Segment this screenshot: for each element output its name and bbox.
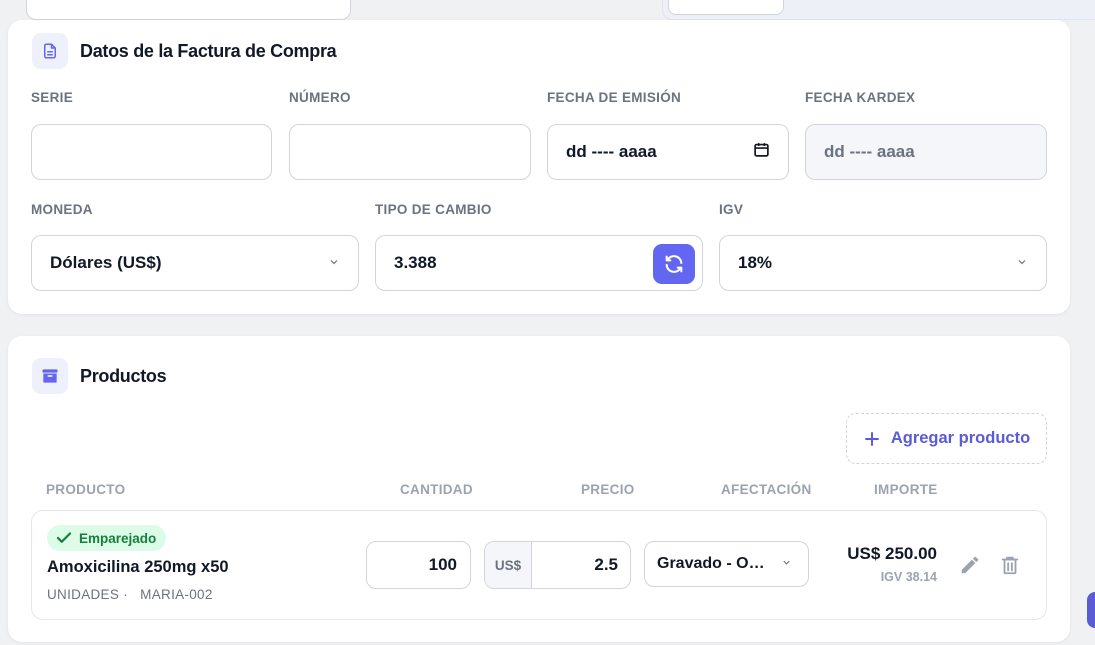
chevron-down-icon <box>781 555 792 573</box>
invoice-title: Datos de la Factura de Compra <box>80 40 337 61</box>
top-search-field[interactable] <box>26 0 351 20</box>
fecha-emision-input[interactable]: dd ---- aaaa <box>547 124 789 180</box>
serie-input[interactable] <box>31 124 272 180</box>
quantity-input[interactable]: 100 <box>366 541 471 589</box>
price-input[interactable]: US$ 2.5 <box>484 541 631 589</box>
top-right-button[interactable] <box>668 0 784 15</box>
status-badge: Emparejado <box>47 525 167 551</box>
fecha-kardex-label: FECHA KARDEX <box>805 90 916 105</box>
archive-box-icon <box>32 358 68 394</box>
product-meta: UNIDADES · MARIA-002 <box>47 587 213 602</box>
document-icon <box>32 33 68 69</box>
igv-select[interactable]: 18% <box>719 235 1047 291</box>
product-name: Amoxicilina 250mg x50 <box>47 558 229 576</box>
products-card: Productos Agregar producto PRODUCTO CANT… <box>8 336 1070 642</box>
column-importe: IMPORTE <box>874 482 938 497</box>
column-cantidad: CANTIDAD <box>400 482 473 497</box>
column-afectacion: AFECTACIÓN <box>721 482 812 497</box>
moneda-label: MONEDA <box>31 202 93 217</box>
table-row: Emparejado Amoxicilina 250mg x50 UNIDADE… <box>31 510 1047 620</box>
afectacion-select[interactable]: Gravado - Operación Onerosa <box>644 541 809 587</box>
price-value: 2.5 <box>594 555 618 574</box>
pencil-icon[interactable] <box>957 552 983 578</box>
fecha-emision-label: FECHA DE EMISIÓN <box>547 90 682 105</box>
products-header: Productos <box>32 358 167 394</box>
column-producto: PRODUCTO <box>46 482 126 497</box>
igv-label: IGV <box>719 202 744 217</box>
products-title: Productos <box>80 365 167 386</box>
tipo-cambio-input[interactable]: 3.388 <box>375 235 703 291</box>
tipo-cambio-label: TIPO DE CAMBIO <box>375 202 492 217</box>
column-precio: PRECIO <box>581 482 635 497</box>
invoice-card: Datos de la Factura de Compra SERIE NÚME… <box>8 20 1070 314</box>
trash-icon[interactable] <box>997 552 1023 578</box>
chevron-down-icon <box>328 253 340 273</box>
numero-label: NÚMERO <box>289 90 351 105</box>
serie-label: SERIE <box>31 90 74 105</box>
refresh-icon <box>665 255 683 273</box>
importe-cell: US$ 250.00 IGV 38.14 <box>847 544 937 584</box>
numero-input[interactable] <box>289 124 531 180</box>
check-icon <box>56 532 72 543</box>
moneda-select[interactable]: Dólares (US$) <box>31 235 359 291</box>
chevron-down-icon <box>1016 253 1028 273</box>
side-tab[interactable] <box>1087 592 1095 628</box>
currency-addon: US$ <box>485 542 532 588</box>
calendar-icon[interactable] <box>753 141 770 163</box>
invoice-header: Datos de la Factura de Compra <box>32 33 337 69</box>
refresh-rate-button[interactable] <box>653 244 695 284</box>
fecha-kardex-input: dd ---- aaaa <box>805 124 1047 180</box>
importe-igv: IGV 38.14 <box>880 570 937 584</box>
add-product-button[interactable]: Agregar producto <box>846 413 1047 464</box>
importe-value: US$ 250.00 <box>847 544 937 563</box>
plus-icon <box>864 431 879 446</box>
